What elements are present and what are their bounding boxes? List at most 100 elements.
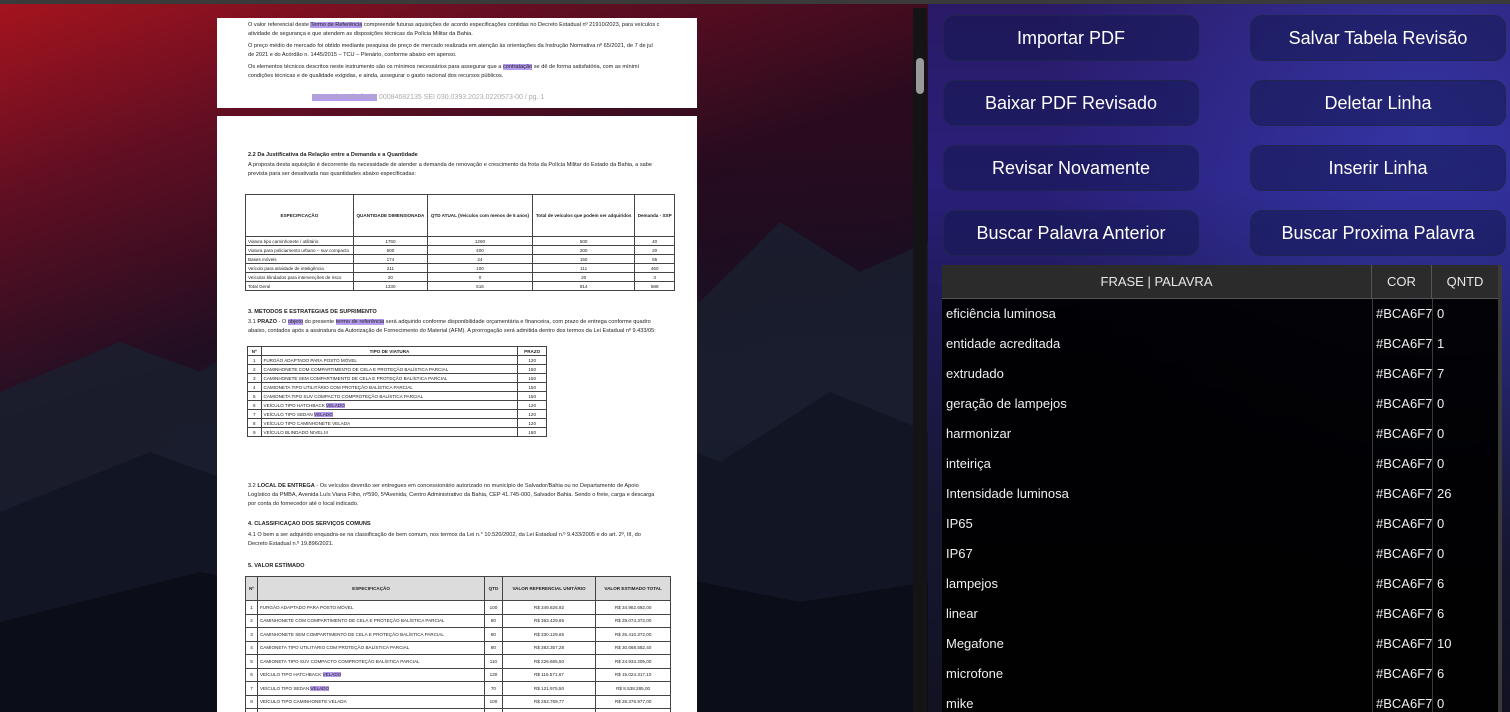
frase-cell[interactable]: microfone <box>942 659 1372 689</box>
table-row[interactable]: lampejos #BCA6F7 6 <box>942 569 1498 599</box>
table-cell: 460 <box>634 263 675 273</box>
quantity-cell[interactable]: 0 <box>1432 299 1498 329</box>
table-row: Viatura tipo caminhonete / utilitário 176… <box>245 236 675 246</box>
table-cell: Veículo para atividade de inteligência <box>245 263 354 273</box>
table-cell: Veículos blindados para intervenções de … <box>245 272 354 282</box>
frase-cell[interactable]: Megafone <box>942 629 1372 659</box>
column-header-qntd[interactable]: QNTD <box>1432 265 1498 299</box>
section-3-1-line-1: 3.1 PRAZO - O objeto do presente termo d… <box>248 319 651 325</box>
frase-cell[interactable]: geração de lampejos <box>942 389 1372 419</box>
table-cell: 6 <box>247 400 262 410</box>
table-cell: CAMINHONETE SEM COMPARTIMENTO DE CELA E … <box>260 373 519 383</box>
color-cell[interactable]: #BCA6F7 <box>1372 359 1432 389</box>
color-cell[interactable]: #BCA6F7 <box>1372 539 1432 569</box>
color-cell[interactable]: #BCA6F7 <box>1372 329 1432 359</box>
table-cell: 8 <box>247 418 262 428</box>
text-run: FURGÃO ADAPTADO PARA POSTO MÓVEL <box>263 357 357 363</box>
table-row[interactable]: inteiriça #BCA6F7 0 <box>942 449 1498 479</box>
color-cell[interactable]: #BCA6F7 <box>1372 659 1432 689</box>
color-cell[interactable]: #BCA6F7 <box>1372 299 1432 329</box>
quantity-cell[interactable]: 7 <box>1432 359 1498 389</box>
frase-cell[interactable]: lampejos <box>942 569 1372 599</box>
quantity-cell[interactable]: 6 <box>1432 569 1498 599</box>
color-cell[interactable]: #BCA6F7 <box>1372 479 1432 509</box>
frase-cell[interactable]: mike <box>942 689 1372 712</box>
table-cell: 500 <box>531 236 636 246</box>
section-3-2-line-3: por conta do fornecedor até o local indi… <box>248 501 359 507</box>
color-cell[interactable]: #BCA6F7 <box>1372 389 1432 419</box>
color-cell[interactable]: #BCA6F7 <box>1372 689 1432 712</box>
table-header-cell: VALOR REFERENCIAL UNITÁRIO <box>501 576 597 601</box>
viewer-scrollbar-thumb[interactable] <box>916 58 924 94</box>
quantity-cell[interactable]: 10 <box>1432 629 1498 659</box>
table-row[interactable]: geração de lampejos #BCA6F7 0 <box>942 389 1498 419</box>
insert-row-button[interactable]: Inserir Linha <box>1250 145 1506 191</box>
previous-word-button[interactable]: Buscar Palavra Anterior <box>943 210 1199 256</box>
table-row[interactable]: harmonizar #BCA6F7 0 <box>942 419 1498 449</box>
table-cell: 211 <box>352 263 429 273</box>
delete-row-button[interactable]: Deletar Linha <box>1250 80 1506 126</box>
table-row[interactable]: extrudado #BCA6F7 7 <box>942 359 1498 389</box>
table-cell: 120 <box>517 418 547 428</box>
column-header-frase[interactable]: FRASE | PALAVRA <box>942 265 1372 299</box>
quantity-cell[interactable]: 26 <box>1432 479 1498 509</box>
pdf-viewer[interactable]: O valor referencial deste Termo de Refer… <box>0 4 928 712</box>
table-header-cell: Nº <box>247 346 262 356</box>
frase-cell[interactable]: eficiência luminosa <box>942 299 1372 329</box>
table-cell: Viatura para policiamento urbano – suv c… <box>245 245 354 255</box>
quantity-cell[interactable]: 0 <box>1432 539 1498 569</box>
table-row[interactable]: mike #BCA6F7 0 <box>942 689 1498 712</box>
review-again-button[interactable]: Revisar Novamente <box>943 145 1199 191</box>
table-row[interactable]: eficiência luminosa #BCA6F7 0 <box>942 299 1498 329</box>
table-cell: VEÍCULO TIPO SEDAN VELADO <box>260 409 519 419</box>
table-row[interactable]: IP65 #BCA6F7 0 <box>942 509 1498 539</box>
color-cell[interactable]: #BCA6F7 <box>1372 599 1432 629</box>
frase-cell[interactable]: entidade acreditada <box>942 329 1372 359</box>
frase-cell[interactable]: inteiriça <box>942 449 1372 479</box>
frase-cell[interactable]: Intensidade luminosa <box>942 479 1372 509</box>
next-word-button[interactable]: Buscar Proxima Palavra <box>1250 210 1506 256</box>
color-cell[interactable]: #BCA6F7 <box>1372 629 1432 659</box>
quantity-cell[interactable]: 0 <box>1432 689 1498 712</box>
quantity-cell[interactable]: 6 <box>1432 599 1498 629</box>
quantity-cell[interactable]: 0 <box>1432 389 1498 419</box>
table-row: 2 CAMINHONETE COM COMPARTIMENTO DE CELA E… <box>245 613 671 628</box>
table-row[interactable]: Megafone #BCA6F7 10 <box>942 629 1498 659</box>
table-header-cell: ESPECIFICAÇÃO <box>256 576 486 601</box>
table-cell: 12 <box>484 708 503 712</box>
color-cell[interactable]: #BCA6F7 <box>1372 419 1432 449</box>
text-run: CAMIONETA TIPO SUV COMPACTO COMPROTEÇÃO … <box>259 658 420 664</box>
quantity-cell[interactable]: 0 <box>1432 509 1498 539</box>
color-cell[interactable]: #BCA6F7 <box>1372 509 1432 539</box>
text-run: de 2021 e do Acórdão n. 1445/2015 – TCU … <box>248 52 457 58</box>
quantity-cell[interactable]: 6 <box>1432 659 1498 689</box>
table-row[interactable]: entidade acreditada #BCA6F7 1 <box>942 329 1498 359</box>
table-row: 3 CAMINHONETE SEM COMPARTIMENTO DE CELA E… <box>245 627 671 642</box>
table-row[interactable]: linear #BCA6F7 6 <box>942 599 1498 629</box>
frase-cell[interactable]: IP67 <box>942 539 1372 569</box>
import-pdf-button[interactable]: Importar PDF <box>943 15 1199 61</box>
table-cell: Viatura tipo caminhonete / utilitário <box>245 236 354 246</box>
table-row[interactable]: Intensidade luminosa #BCA6F7 26 <box>942 479 1498 509</box>
table-cell: 120 <box>517 355 547 365</box>
text-run: CAMIONETA TIPO UTILITÁRIO COM PROTEÇÃO B… <box>263 384 413 390</box>
viewer-scrollbar-track[interactable] <box>913 8 927 712</box>
word-table[interactable]: FRASE | PALAVRA COR QNTD eficiência lumi… <box>942 265 1498 712</box>
save-review-table-button[interactable]: Salvar Tabela Revisão <box>1250 15 1506 61</box>
table-row[interactable]: IP67 #BCA6F7 0 <box>942 539 1498 569</box>
frase-cell[interactable]: extrudado <box>942 359 1372 389</box>
word-table-scrollbar[interactable] <box>1498 265 1502 712</box>
column-header-cor[interactable]: COR <box>1372 265 1432 299</box>
frase-cell[interactable]: linear <box>942 599 1372 629</box>
table-cell: 5 <box>247 391 262 401</box>
frase-cell[interactable]: harmonizar <box>942 419 1372 449</box>
quantity-cell[interactable]: 0 <box>1432 449 1498 479</box>
color-cell[interactable]: #BCA6F7 <box>1372 569 1432 599</box>
section-2-2-line-2: prevista para ser desativada nas quantid… <box>248 171 416 177</box>
quantity-cell[interactable]: 1 <box>1432 329 1498 359</box>
quantity-cell[interactable]: 0 <box>1432 419 1498 449</box>
table-row[interactable]: microfone #BCA6F7 6 <box>942 659 1498 689</box>
color-cell[interactable]: #BCA6F7 <box>1372 449 1432 479</box>
frase-cell[interactable]: IP65 <box>942 509 1372 539</box>
download-revised-pdf-button[interactable]: Baixar PDF Revisado <box>943 80 1199 126</box>
